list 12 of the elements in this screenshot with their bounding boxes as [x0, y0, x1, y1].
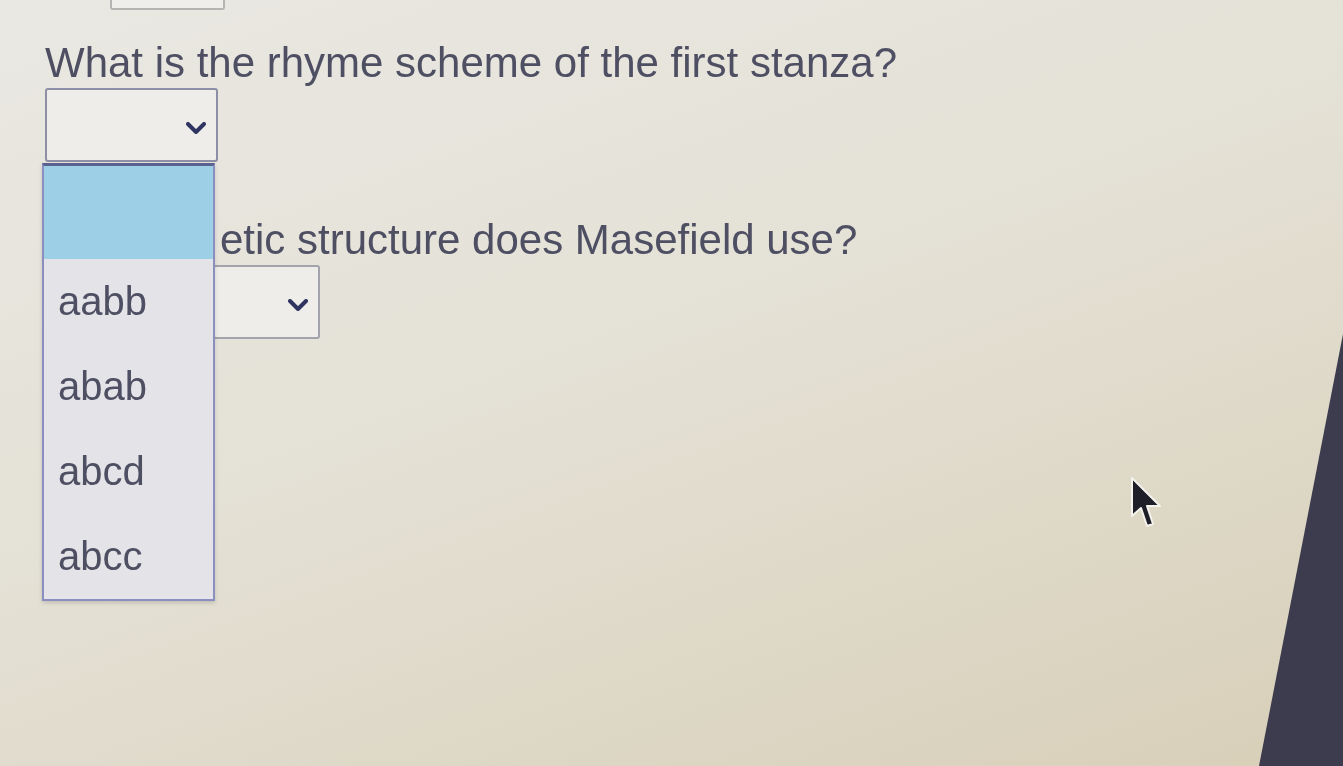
dropdown-option[interactable]: abcc	[44, 514, 213, 599]
chevron-down-icon	[288, 299, 308, 311]
chevron-down-icon	[186, 122, 206, 134]
dropdown-option[interactable]: abcd	[44, 429, 213, 514]
dropdown-option[interactable]: aabb	[44, 259, 213, 344]
dropdown-option[interactable]: abab	[44, 344, 213, 429]
dropdown-select[interactable]	[45, 88, 218, 162]
dropdown-select[interactable]	[110, 0, 225, 10]
dropdown-select[interactable]	[213, 265, 320, 339]
question-text: etic structure does Masefield use?	[220, 216, 858, 263]
mouse-pointer-icon	[1128, 476, 1164, 530]
question-text: What is the rhyme scheme of the first stanza?	[45, 39, 898, 86]
